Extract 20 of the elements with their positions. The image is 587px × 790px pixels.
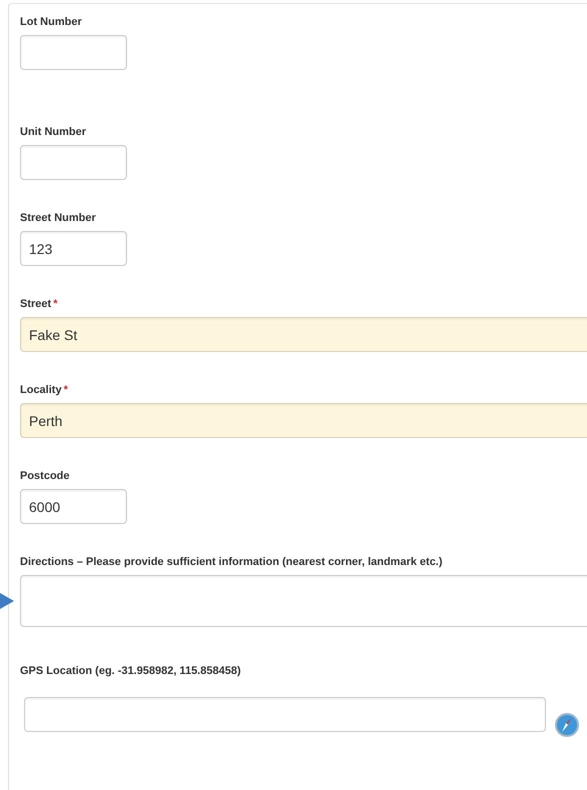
field-label: Unit Number	[20, 126, 86, 139]
compass-icon[interactable]	[554, 712, 580, 738]
text-field[interactable]: Fake St	[20, 317, 587, 352]
field-label: Locality	[20, 384, 62, 397]
text-field[interactable]: Perth	[20, 403, 587, 438]
pointer-arrow-icon	[0, 593, 14, 609]
required-mark: *	[53, 298, 58, 311]
field-label: Street	[20, 298, 52, 311]
field-label: GPS Location (eg. -31.958982, 115.858458)	[20, 665, 241, 678]
text-field[interactable]: 123	[20, 231, 127, 266]
field-label: Street Number	[20, 212, 96, 225]
gps-field[interactable]	[24, 696, 546, 732]
field-label: Postcode	[20, 470, 70, 483]
field-label: Lot Number	[20, 16, 82, 29]
required-mark: *	[64, 384, 68, 397]
text-field[interactable]: 6000	[20, 489, 127, 524]
field-label: Directions – Please provide sufficient information (nearest corner, landmark etc.)	[20, 556, 442, 569]
text-field[interactable]	[20, 35, 127, 70]
text-field[interactable]	[20, 145, 127, 180]
text-area[interactable]	[20, 575, 587, 627]
